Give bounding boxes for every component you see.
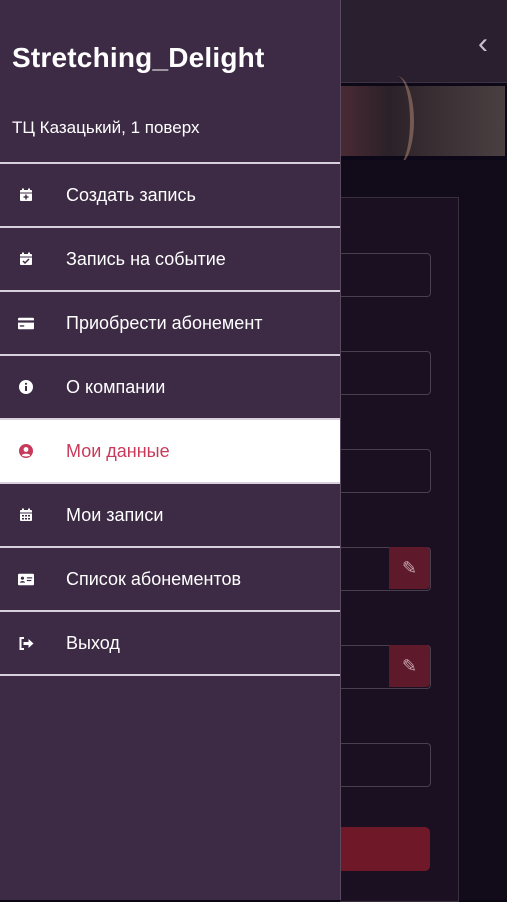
menu-item-subscription-list[interactable]: Список абонементов: [0, 548, 340, 612]
drawer-menu: Создать запись Запись на событие Приобре…: [0, 164, 340, 676]
menu-item-label: Запись на событие: [66, 248, 226, 269]
pencil-icon[interactable]: ✎: [389, 547, 430, 589]
pencil-icon[interactable]: ✎: [389, 645, 430, 687]
background-submit-button[interactable]: [340, 827, 430, 871]
background-banner: [340, 76, 505, 166]
credit-card-icon: [18, 315, 34, 331]
calendar-check-icon: [18, 251, 34, 267]
menu-item-label: Создать запись: [66, 184, 196, 205]
menu-item-label: Список абонементов: [66, 568, 242, 589]
background-input[interactable]: [340, 351, 431, 395]
location-subtitle: ТЦ Казацький, 1 поверх: [12, 118, 200, 137]
chevron-left-icon[interactable]: ‹: [470, 28, 496, 60]
menu-item-about[interactable]: О компании: [0, 356, 340, 420]
menu-item-label: О компании: [66, 376, 166, 397]
user-circle-icon: [18, 443, 34, 459]
app-title: Stretching_Delight: [12, 42, 265, 73]
background-input[interactable]: [340, 253, 431, 297]
info-circle-icon: [18, 379, 34, 395]
menu-item-label: Мои данные: [66, 440, 170, 461]
menu-item-logout[interactable]: Выход: [0, 612, 340, 676]
sign-out-icon: [18, 635, 34, 651]
navigation-drawer: Stretching_Delight ТЦ Казацький, 1 повер…: [0, 0, 341, 900]
id-card-icon: [18, 571, 34, 587]
menu-item-create-booking[interactable]: Создать запись: [0, 164, 340, 228]
background-input[interactable]: [340, 449, 431, 493]
calendar-plus-icon: [18, 187, 34, 203]
menu-item-label: Приобрести абонемент: [66, 312, 263, 333]
calendar-icon: [18, 507, 34, 523]
menu-item-my-bookings[interactable]: Мои записи: [0, 484, 340, 548]
menu-item-label: Выход: [66, 632, 120, 653]
drawer-header: Stretching_Delight ТЦ Казацький, 1 повер…: [0, 0, 340, 164]
menu-item-label: Мои записи: [66, 504, 164, 525]
background-input[interactable]: [340, 743, 431, 787]
menu-item-event-booking[interactable]: Запись на событие: [0, 228, 340, 292]
menu-item-buy-subscription[interactable]: Приобрести абонемент: [0, 292, 340, 356]
menu-item-my-data[interactable]: Мои данные: [0, 420, 340, 484]
